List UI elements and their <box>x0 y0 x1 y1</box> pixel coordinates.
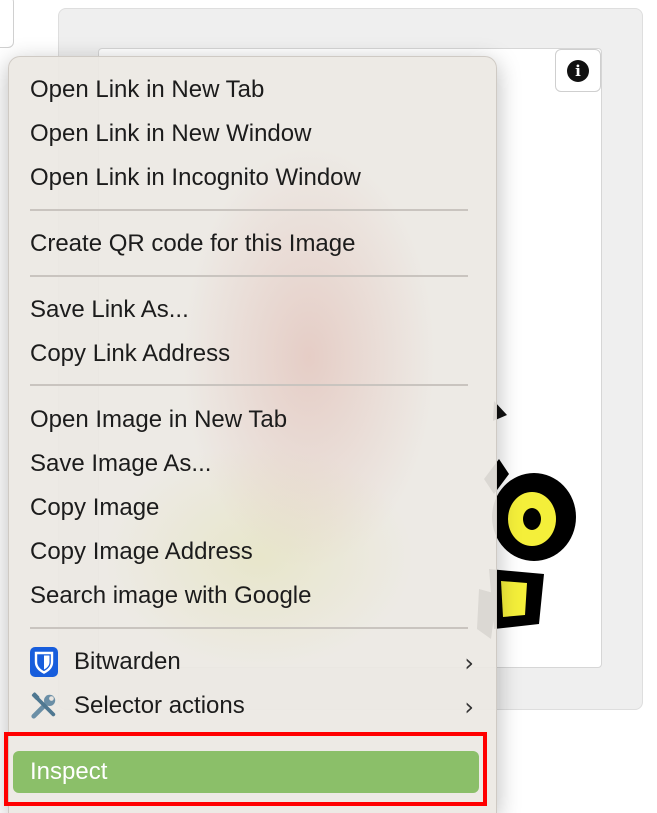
menu-item-label: Open Link in New Window <box>30 120 312 147</box>
menu-item-label: Create QR code for this Image <box>30 230 356 257</box>
menu-item-selector-actions[interactable]: Selector actions › <box>13 685 492 727</box>
menu-item-label: Open Link in New Tab <box>30 76 265 103</box>
menu-item-copy-link-address[interactable]: Copy Link Address <box>13 333 492 375</box>
menu-separator <box>30 384 468 386</box>
menu-item-label: Search image with Google <box>30 582 312 609</box>
menu-item-open-link-incognito[interactable]: Open Link in Incognito Window <box>13 157 492 199</box>
menu-item-label: Copy Image Address <box>30 538 253 565</box>
context-menu: Open Link in New Tab Open Link in New Wi… <box>8 56 497 813</box>
menu-item-bitwarden[interactable]: Bitwarden › <box>13 641 492 683</box>
submenu-chevron-icon: › <box>464 649 474 677</box>
menu-item-label: Inspect <box>30 758 108 785</box>
info-icon: i <box>567 59 589 82</box>
menu-item-open-image-new-tab[interactable]: Open Image in New Tab <box>13 399 492 441</box>
menu-item-label: Bitwarden <box>74 648 181 675</box>
menu-item-copy-image[interactable]: Copy Image <box>13 487 492 529</box>
adjacent-panel-edge <box>0 0 14 48</box>
submenu-chevron-icon: › <box>464 693 474 721</box>
menu-item-copy-image-address[interactable]: Copy Image Address <box>13 531 492 573</box>
wrench-screwdriver-icon <box>30 690 58 722</box>
menu-item-open-link-new-window[interactable]: Open Link in New Window <box>13 113 492 155</box>
menu-separator <box>30 275 468 277</box>
bitwarden-shield-icon <box>30 646 58 678</box>
menu-item-save-link-as[interactable]: Save Link As... <box>13 289 492 331</box>
menu-item-inspect[interactable]: Inspect <box>13 751 479 793</box>
menu-item-label: Open Image in New Tab <box>30 406 288 433</box>
image-info-button[interactable]: i <box>555 49 601 92</box>
menu-separator <box>30 627 468 629</box>
menu-item-label: Save Link As... <box>30 296 189 323</box>
menu-item-label: Copy Image <box>30 494 160 521</box>
menu-item-label: Selector actions <box>74 692 245 719</box>
menu-item-label: Copy Link Address <box>30 340 231 367</box>
menu-item-search-image-google[interactable]: Search image with Google <box>13 575 492 617</box>
menu-item-open-link-new-tab[interactable]: Open Link in New Tab <box>13 69 492 111</box>
menu-item-create-qr-code[interactable]: Create QR code for this Image <box>13 223 492 265</box>
menu-item-label: Save Image As... <box>30 450 212 477</box>
menu-item-save-image-as[interactable]: Save Image As... <box>13 443 492 485</box>
menu-item-label: Open Link in Incognito Window <box>30 164 361 191</box>
menu-separator <box>30 209 468 211</box>
